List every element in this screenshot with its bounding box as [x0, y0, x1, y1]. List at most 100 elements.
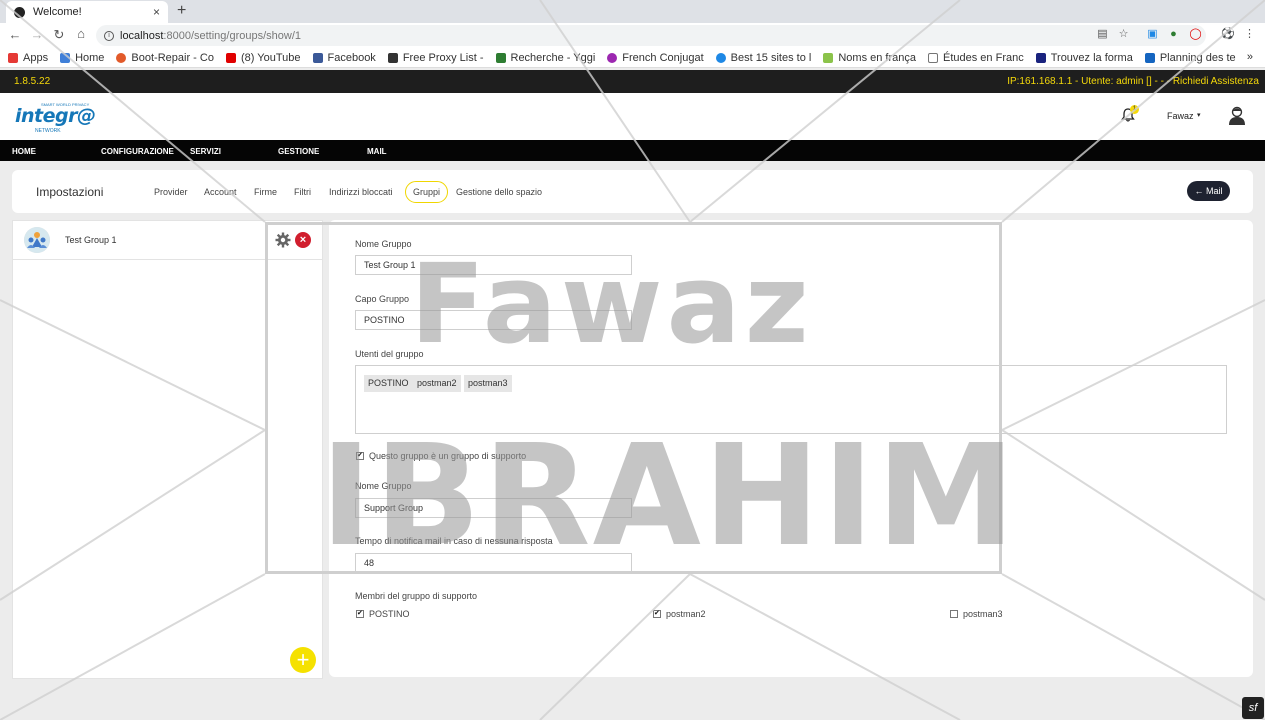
bookmark-star-icon[interactable]: ☆ [1117, 28, 1130, 41]
user-chip[interactable]: postman2 [413, 375, 461, 392]
tab-firme[interactable]: Firme [254, 187, 277, 197]
app-version: 1.8.5.22 [14, 76, 51, 87]
support-checkbox[interactable] [356, 452, 364, 460]
leaf-icon [823, 52, 834, 63]
bookmark-item[interactable]: Études en Franc [928, 52, 1024, 64]
user-avatar-icon[interactable] [1227, 105, 1247, 125]
reload-icon[interactable]: ↻ [48, 27, 70, 43]
member-checkbox[interactable] [356, 610, 364, 618]
address-toolbar: ← → ↻ ⌂ i localhost:8000/setting/groups/… [0, 23, 1265, 48]
user-menu-name[interactable]: Fawaz [1167, 111, 1194, 121]
url-bar[interactable]: i localhost:8000/setting/groups/show/1 [96, 25, 1206, 46]
tab-filtri[interactable]: Filtri [294, 187, 311, 197]
support-name-label: Nome Gruppo [355, 481, 412, 491]
add-group-button[interactable]: + [290, 647, 316, 673]
member-name: postman2 [666, 609, 706, 619]
formation-icon [1035, 52, 1046, 63]
groups-list-panel: Test Group 1 × + [12, 220, 323, 679]
url-path: :8000/setting/groups/show/1 [163, 29, 302, 42]
menu-gestione[interactable]: GESTIONE [278, 147, 319, 156]
extension-ball-icon[interactable]: ⚽ [1221, 28, 1235, 41]
planning-icon [1144, 52, 1155, 63]
bookmark-item[interactable]: Boot-Repair - Co [116, 52, 214, 64]
ubuntu-icon [116, 52, 127, 63]
main-menu: HOME CONFIGURAZIONE SERVIZI GESTIONE MAI… [0, 140, 1265, 161]
extension-icon[interactable]: ● [1167, 28, 1180, 41]
tab-title: Welcome! [33, 6, 82, 18]
support-name-field[interactable]: Support Group [355, 498, 632, 518]
back-arrow-icon[interactable]: ← [4, 27, 26, 42]
bookmark-item[interactable]: Free Proxy List - [387, 52, 484, 64]
symfony-toolbar-icon[interactable]: sf [1242, 697, 1264, 719]
users-tag-input[interactable]: POSTINO postman2 postman3 [355, 365, 1227, 434]
browser-tab[interactable]: Welcome! × [6, 1, 168, 23]
user-chip[interactable]: POSTINO [364, 375, 413, 392]
user-chip[interactable]: postman3 [464, 375, 512, 392]
translate-icon[interactable]: ▤ [1096, 28, 1109, 41]
leader-select[interactable]: POSTINO [355, 310, 632, 330]
integra-logo[interactable]: SMART WORLD PRIVACY integr@ NETWORK [15, 101, 96, 134]
session-info[interactable]: IP:161.168.1.1 - Utente: admin [] - - - … [1007, 76, 1259, 87]
bookmark-item[interactable]: Trouvez la forma [1035, 52, 1133, 64]
bookmark-item[interactable]: Best 15 sites to l [715, 52, 811, 64]
bookmark-item[interactable]: Recherche - Yggi [495, 52, 595, 64]
bookmark-item[interactable]: French Conjugat [607, 52, 704, 64]
forward-arrow-icon[interactable]: → [26, 27, 48, 42]
info-icon[interactable]: i [104, 30, 114, 41]
support-checkbox-label: Questo gruppo è un gruppo di supporto [369, 451, 527, 461]
home-icon[interactable]: ⌂ [70, 26, 92, 41]
members-label: Membri del gruppo di supporto [355, 591, 478, 601]
apps-grid-icon [8, 52, 18, 63]
bookmark-item[interactable]: Noms en frança [823, 52, 916, 64]
group-form-panel: Nome Gruppo Test Group 1 Capo Gruppo POS… [329, 220, 1253, 677]
tab-gestione-spazio[interactable]: Gestione dello spazio [456, 187, 542, 197]
menu-configurazione[interactable]: CONFIGURAZIONE [101, 147, 174, 156]
globe-icon [715, 52, 726, 63]
group-name-label: Nome Gruppo [355, 239, 412, 249]
menu-mail[interactable]: MAIL [367, 147, 387, 156]
bookmark-item[interactable]: Planning des te [1144, 52, 1236, 64]
member-checkbox[interactable] [653, 610, 661, 618]
member-name: POSTINO [369, 609, 410, 619]
bookmarks-bar: Apps Home Boot-Repair - Co (8) YouTube F… [0, 48, 1265, 68]
back-to-mail-button[interactable]: ← Mail [1187, 181, 1230, 201]
menu-home[interactable]: HOME [12, 147, 36, 156]
notify-time-field[interactable]: 48 [355, 553, 632, 573]
member-option[interactable]: POSTINO [356, 609, 410, 619]
symfony-favicon-icon [14, 6, 25, 18]
extension-cast-icon[interactable]: ▣ [1146, 28, 1159, 41]
tab-gruppi[interactable]: Gruppi [405, 181, 449, 203]
page-title: Impostazioni [36, 185, 104, 199]
opera-icon[interactable]: ◯ [1189, 28, 1202, 41]
notification-badge: 1 [1130, 105, 1139, 114]
notify-time-label: Tempo di notifica mail in caso di nessun… [355, 536, 553, 546]
group-name-field[interactable]: Test Group 1 [355, 255, 632, 275]
member-option[interactable]: postman3 [950, 609, 1003, 619]
tab-provider[interactable]: Provider [154, 187, 188, 197]
gear-icon[interactable] [275, 232, 291, 248]
app-header: SMART WORLD PRIVACY integr@ NETWORK 1 Fa… [0, 93, 1265, 140]
ygg-icon [495, 52, 506, 63]
users-label: Utenti del gruppo [355, 349, 424, 359]
menu-servizi[interactable]: SERVIZI [190, 147, 221, 156]
list-item[interactable]: Test Group 1 × [13, 221, 322, 260]
member-checkbox[interactable] [950, 610, 958, 618]
tab-close-icon[interactable]: × [153, 5, 160, 19]
member-option[interactable]: postman2 [653, 609, 706, 619]
bookmark-item[interactable]: (8) YouTube [225, 52, 301, 64]
tab-account[interactable]: Account [204, 187, 237, 197]
member-name: postman3 [963, 609, 1003, 619]
bookmark-item[interactable]: Apps [8, 52, 48, 64]
youtube-icon [225, 52, 236, 63]
bookmark-item[interactable]: Home [60, 52, 104, 64]
new-tab-button[interactable]: + [177, 2, 186, 20]
bookmark-item[interactable]: Facebook [312, 52, 376, 64]
delete-group-icon[interactable]: × [295, 232, 311, 248]
page-icon [928, 52, 938, 63]
tab-indirizzi-bloccati[interactable]: Indirizzi bloccati [329, 187, 393, 197]
group-avatar-icon [24, 227, 50, 253]
chevron-down-icon[interactable]: ▾ [1197, 111, 1201, 119]
bookmarks-overflow-button[interactable]: » [1247, 51, 1253, 63]
support-group-toggle[interactable]: Questo gruppo è un gruppo di supporto [356, 451, 526, 461]
browser-menu-icon[interactable]: ⋮ [1243, 28, 1256, 41]
